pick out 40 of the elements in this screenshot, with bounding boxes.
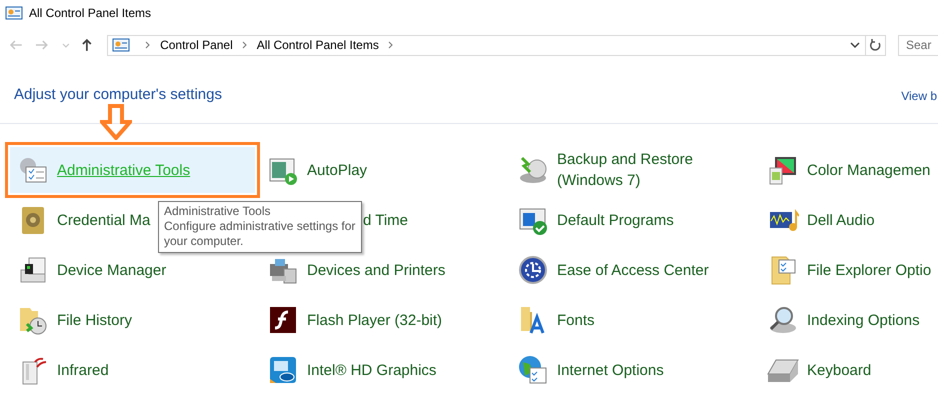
- breadcrumb[interactable]: All Control Panel Items: [256, 38, 379, 52]
- control-panel-icon: [517, 254, 549, 286]
- control-panel-item[interactable]: Infrared: [10, 347, 255, 393]
- control-panel-icon: [267, 354, 299, 386]
- control-panel-item[interactable]: Default Programs: [510, 197, 755, 243]
- chevron-icon: [242, 41, 248, 49]
- control-panel-item[interactable]: Device Manager: [10, 247, 255, 293]
- tooltip-text: Configure administrative settings for your computer.: [164, 219, 356, 249]
- breadcrumb[interactable]: Control Panel: [160, 38, 233, 52]
- control-panel-item[interactable]: Color Managemen: [760, 147, 938, 193]
- control-panel-item[interactable]: Fonts: [510, 297, 755, 343]
- control-panel-icon: [517, 154, 549, 186]
- control-panel-item[interactable]: Devices and Printers: [260, 247, 505, 293]
- address-bar[interactable]: Control Panel All Control Panel Items: [107, 34, 886, 56]
- control-panel-item[interactable]: Internet Options: [510, 347, 755, 393]
- tooltip-title: Administrative Tools: [164, 204, 272, 219]
- control-panel-icon: [112, 38, 130, 52]
- view-by-link[interactable]: View b: [901, 89, 937, 103]
- control-panel-item[interactable]: AutoPlay: [260, 147, 505, 193]
- annotation-arrow: [100, 104, 132, 140]
- control-panel-item[interactable]: Dell Audio: [760, 197, 938, 243]
- control-panel-item[interactable]: Ease of Access Center: [510, 247, 755, 293]
- control-panel-item[interactable]: Indexing Options: [760, 297, 938, 343]
- control-panel-item[interactable]: File History: [10, 297, 255, 343]
- control-panel-icon: [267, 304, 299, 336]
- control-panel-icon: [5, 6, 23, 20]
- control-panel-item[interactable]: Intel® HD Graphics: [260, 347, 505, 393]
- window-title: All Control Panel Items: [29, 6, 152, 20]
- control-panel-item[interactable]: Keyboard: [760, 347, 938, 393]
- control-panel-item[interactable]: Backup and Restore (Windows 7): [510, 147, 755, 193]
- search-field[interactable]: Sear: [898, 34, 938, 56]
- control-panel-item[interactable]: File Explorer Optio: [760, 247, 938, 293]
- control-panel-icon: [517, 354, 549, 386]
- page-heading: Adjust your computer's settings: [14, 86, 222, 103]
- chevron-icon: [145, 41, 152, 49]
- refresh-icon[interactable]: [868, 38, 882, 52]
- chevron-icon[interactable]: [388, 41, 394, 49]
- control-panel-item[interactable]: Flash Player (32-bit): [260, 297, 505, 343]
- control-panel-icon: [767, 304, 799, 336]
- control-panel-icon: [767, 154, 799, 186]
